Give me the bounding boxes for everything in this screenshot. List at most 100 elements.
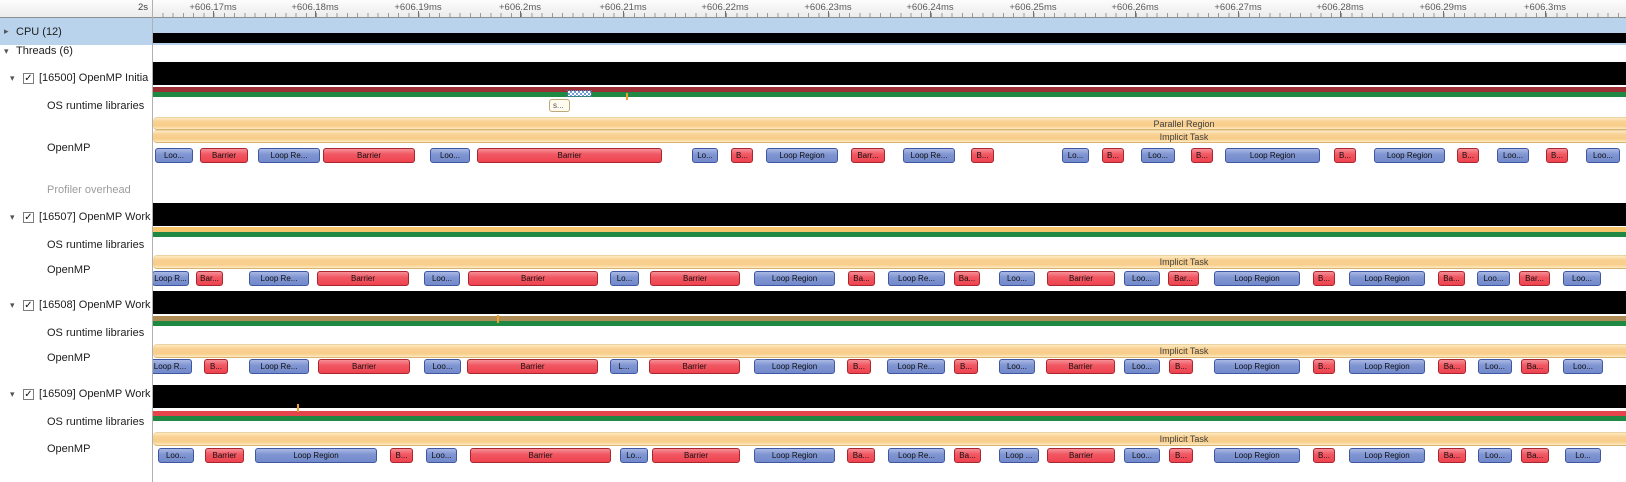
loop-region-chip[interactable]: Loo... (1477, 271, 1510, 286)
expand-caret-icon[interactable]: ▾ (10, 73, 22, 84)
loop-region-chip[interactable]: Loop Re... (888, 271, 945, 286)
barrier-chip[interactable]: Bar... (1519, 271, 1550, 286)
sidebar-row-openmp[interactable]: OpenMP (0, 138, 152, 158)
barrier-chip[interactable]: Barrier (318, 359, 410, 374)
sidebar-row-os-runtime-libraries[interactable]: OS runtime libraries (0, 412, 152, 432)
loop-region-chip[interactable]: Lo... (610, 271, 639, 286)
loop-region-chip[interactable]: Loop Region (255, 448, 377, 463)
barrier-chip[interactable]: B... (1169, 448, 1193, 463)
thread-running-bar[interactable] (152, 291, 1626, 314)
loop-region-chip[interactable]: Loop Re... (258, 148, 320, 163)
barrier-chip[interactable]: Ba... (848, 271, 875, 286)
loop-region-chip[interactable]: Loo... (426, 448, 457, 463)
barrier-chip[interactable]: Bar... (1168, 271, 1199, 286)
sidebar-row-openmp[interactable]: OpenMP (0, 439, 152, 459)
barrier-chip[interactable]: B... (1102, 148, 1124, 163)
loop-region-chip[interactable]: Loop R... (152, 271, 189, 286)
loop-region-chip[interactable]: Loop Re... (249, 359, 309, 374)
sidebar-row-threads-6-[interactable]: ▾ Threads (6) (0, 41, 152, 61)
timeline-pane[interactable]: Parallel Region Implicit Task Implicit Tas… (152, 0, 1626, 482)
barrier-chip[interactable]: Ba... (1521, 359, 1549, 374)
barrier-chip[interactable]: B... (1191, 148, 1213, 163)
openmp-region-band[interactable]: Parallel Region (153, 117, 1626, 130)
loop-region-chip[interactable]: Loop Region (1214, 271, 1300, 286)
barrier-chip[interactable]: B... (1313, 359, 1335, 374)
barrier-chip[interactable]: B... (1457, 148, 1479, 163)
thread-state-stripe[interactable] (152, 92, 1626, 97)
thread-visibility-checkbox[interactable]: ✓ (23, 211, 34, 223)
barrier-chip[interactable]: Barrier (1047, 271, 1115, 286)
openmp-region-band[interactable]: Implicit Task (153, 255, 1626, 269)
loop-region-chip[interactable]: Lo... (1565, 448, 1601, 463)
loop-region-chip[interactable]: L... (610, 359, 638, 374)
expand-caret-icon[interactable]: ▾ (10, 389, 22, 400)
thread-state-stripe[interactable] (152, 416, 1626, 421)
barrier-chip[interactable]: Barrier (649, 359, 740, 374)
barrier-chip[interactable]: Barrier (652, 448, 740, 463)
loop-region-chip[interactable]: Loo... (1586, 148, 1620, 163)
barrier-chip[interactable]: B... (1546, 148, 1568, 163)
barrier-chip[interactable]: Ba... (1438, 359, 1466, 374)
loop-region-chip[interactable]: Loop Region (1374, 148, 1445, 163)
loop-region-chip[interactable]: Loo... (1124, 271, 1160, 286)
barrier-chip[interactable]: B... (731, 148, 753, 163)
thread-running-bar[interactable] (152, 62, 1626, 85)
sidebar-row-openmp[interactable]: OpenMP (0, 260, 152, 280)
loop-region-chip[interactable]: Loo... (1124, 359, 1160, 374)
thread-state-stripe[interactable] (152, 232, 1626, 237)
expand-caret-icon[interactable]: ▸ (4, 26, 16, 37)
barrier-chip[interactable]: B... (1313, 271, 1335, 286)
sample-chip[interactable]: s... (549, 99, 570, 112)
loop-region-chip[interactable]: Loo... (155, 148, 193, 163)
thread-visibility-checkbox[interactable]: ✓ (23, 299, 34, 311)
loop-region-chip[interactable]: Loop Region (1225, 148, 1320, 163)
loop-region-chip[interactable]: Loo... (158, 448, 194, 463)
barrier-chip[interactable]: Barrier (205, 448, 244, 463)
loop-region-chip[interactable]: Loo... (1497, 148, 1529, 163)
barrier-chip[interactable]: B... (971, 148, 994, 163)
barrier-chip[interactable]: Ba... (1521, 448, 1549, 463)
loop-region-chip[interactable]: Loop Region (1349, 359, 1425, 374)
loop-region-chip[interactable]: Loo... (424, 271, 460, 286)
barrier-chip[interactable]: B... (1334, 148, 1356, 163)
barrier-chip[interactable]: Barr... (851, 148, 885, 163)
barrier-chip[interactable]: B... (954, 359, 978, 374)
barrier-chip[interactable]: Ba... (1438, 448, 1466, 463)
expand-caret-icon[interactable]: ▾ (10, 300, 22, 311)
thread-visibility-checkbox[interactable]: ✓ (23, 388, 34, 400)
sidebar-row-profiler-overhead[interactable]: Profiler overhead (0, 180, 152, 200)
barrier-chip[interactable]: Barrier (200, 148, 248, 163)
barrier-chip[interactable]: B... (847, 359, 871, 374)
loop-region-chip[interactable]: Loo... (430, 148, 470, 163)
loop-region-chip[interactable]: Loop Re... (249, 271, 309, 286)
barrier-chip[interactable]: Barrier (650, 271, 740, 286)
sidebar-row--16509-openmp-work[interactable]: ▾✓[16509] OpenMP Work▾ (0, 384, 152, 404)
openmp-region-band[interactable]: Implicit Task (153, 344, 1626, 358)
barrier-chip[interactable]: Ba... (954, 271, 980, 286)
loop-region-chip[interactable]: Loop Region (754, 448, 835, 463)
openmp-region-band[interactable]: Implicit Task (153, 432, 1626, 446)
thread-state-stripe[interactable] (152, 321, 1626, 326)
barrier-chip[interactable]: B... (1169, 359, 1193, 374)
thread-visibility-checkbox[interactable]: ✓ (23, 72, 34, 84)
barrier-chip[interactable]: B... (204, 359, 228, 374)
sidebar-row-os-runtime-libraries[interactable]: OS runtime libraries (0, 96, 152, 116)
loop-region-chip[interactable]: Loo... (999, 359, 1035, 374)
barrier-chip[interactable]: Bar... (196, 271, 223, 286)
sidebar-row--16500-openmp-initia[interactable]: ▾✓[16500] OpenMP Initia▾ (0, 68, 152, 88)
barrier-chip[interactable]: Barrier (317, 271, 409, 286)
timeline-ruler[interactable]: 2s +606.17ms +606.18ms +606.19ms +606.2ms +6… (0, 0, 1626, 18)
barrier-chip[interactable]: Barrier (1047, 448, 1115, 463)
sidebar-row--16508-openmp-work[interactable]: ▾✓[16508] OpenMP Work▾ (0, 295, 152, 315)
expand-caret-icon[interactable]: ▾ (4, 46, 16, 57)
sidebar-row--16507-openmp-work[interactable]: ▾✓[16507] OpenMP Work▾ (0, 207, 152, 227)
loop-region-chip[interactable]: Loop Region (1214, 448, 1300, 463)
barrier-chip[interactable]: Barrier (470, 448, 611, 463)
loop-region-chip[interactable]: Loo... (1563, 271, 1601, 286)
loop-region-chip[interactable]: Loop Region (766, 148, 838, 163)
thread-running-bar[interactable] (152, 385, 1626, 408)
loop-region-chip[interactable]: Loop Region (754, 359, 835, 374)
sidebar-row-os-runtime-libraries[interactable]: OS runtime libraries (0, 235, 152, 255)
loop-region-chip[interactable]: Loo... (1124, 448, 1160, 463)
loop-region-chip[interactable]: Loo... (424, 359, 461, 374)
